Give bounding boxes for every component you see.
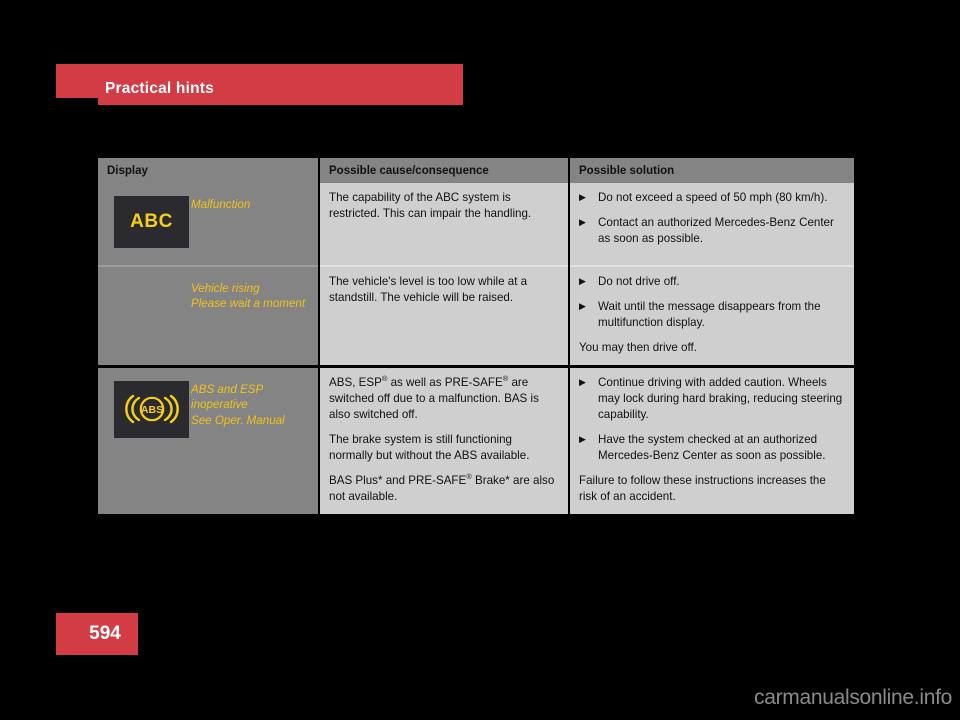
message-slot: ABS and ESP inoperative See Oper. Manual bbox=[191, 381, 293, 428]
solution-cell: ▶ Do not exceed a speed of 50 mph (80 km… bbox=[569, 183, 854, 266]
solution-bullet-text: Wait until the message disappears from t… bbox=[598, 299, 821, 329]
page-title: Practical hints bbox=[105, 80, 214, 97]
message-slot: Vehicle rising Please wait a moment bbox=[191, 280, 313, 312]
solution-note: You may then drive off. bbox=[579, 340, 697, 354]
table-header-row: Display Possible cause/consequence Possi… bbox=[98, 158, 854, 183]
svg-text:ABS: ABS bbox=[140, 404, 162, 416]
display-message-line: Malfunction bbox=[191, 198, 251, 211]
column-header-solution: Possible solution bbox=[569, 158, 854, 183]
solution-cell: ▶ Do not drive off. ▶ Wait until the mes… bbox=[569, 264, 854, 367]
page-number: 594 bbox=[89, 623, 121, 644]
page-number-block: 594 bbox=[56, 613, 138, 655]
cause-paragraph: The vehicle's level is too low while at … bbox=[329, 275, 528, 304]
abs-warning-glyph: ABS bbox=[124, 395, 179, 424]
solution-bullet-text: Contact an authorized Mercedes-Benz Cent… bbox=[598, 215, 834, 245]
bullet-triangle-icon: ▶ bbox=[579, 276, 586, 286]
solution-bullet: ▶ Have the system checked at an authoriz… bbox=[579, 432, 845, 464]
display-message-line: inoperative bbox=[191, 398, 248, 412]
table-row: ABC Malfunction The capability of the AB… bbox=[98, 183, 854, 266]
display-message-line: See Oper. Manual bbox=[191, 413, 285, 427]
solution-bullet: ▶ Contact an authorized Mercedes-Benz Ce… bbox=[579, 215, 845, 247]
table-row: Vehicle rising Please wait a moment The … bbox=[98, 264, 854, 367]
bullet-triangle-icon: ▶ bbox=[579, 300, 586, 311]
display-message-line: Please wait a moment bbox=[191, 297, 306, 311]
icon-slot: ABC bbox=[107, 196, 191, 248]
cause-paragraph: The brake system is still functioning no… bbox=[329, 432, 530, 462]
column-header-cause: Possible cause/consequence bbox=[319, 158, 570, 183]
solution-bullet-text: Continue driving with added caution. Whe… bbox=[598, 375, 843, 421]
cause-cell: The capability of the ABC system is rest… bbox=[319, 183, 570, 266]
column-header-display: Display bbox=[98, 158, 320, 183]
message-slot: Malfunction bbox=[191, 196, 258, 212]
display-cell: ABS ABS and ESP inoperative See Oper. Ma… bbox=[98, 364, 320, 514]
cause-cell: The vehicle's level is too low while at … bbox=[319, 264, 570, 367]
solution-bullet: ▶ Continue driving with added caution. W… bbox=[579, 375, 845, 423]
solution-bullet: ▶ Wait until the message disappears from… bbox=[579, 299, 845, 331]
bullet-triangle-icon: ▶ bbox=[579, 376, 586, 387]
table-header: Display Possible cause/consequence Possi… bbox=[98, 158, 854, 183]
display-message-line: Vehicle rising bbox=[191, 282, 260, 295]
bullet-triangle-icon: ▶ bbox=[579, 433, 586, 444]
display-cell: ABC Malfunction bbox=[98, 183, 320, 266]
watermark: carmanualsonline.info bbox=[754, 686, 952, 709]
display-messages-table: Display Possible cause/consequence Possi… bbox=[98, 158, 854, 514]
display-message-line: ABS and ESP bbox=[191, 382, 264, 396]
solution-bullet-text: Have the system checked at an authorized… bbox=[598, 432, 826, 462]
display-cell: Vehicle rising Please wait a moment bbox=[98, 264, 320, 367]
table-body: ABC Malfunction The capability of the AB… bbox=[98, 183, 854, 514]
table-row: ABS ABS and ESP inoperative See Oper. Ma… bbox=[98, 364, 854, 514]
solution-note: Failure to follow these instructions inc… bbox=[579, 473, 826, 503]
bullet-triangle-icon: ▶ bbox=[579, 192, 586, 202]
solution-bullet: ▶ Do not drive off. bbox=[579, 274, 845, 290]
abc-warning-icon: ABC bbox=[114, 196, 189, 248]
cause-paragraph: ABS, ESP® as well as PRE-SAFE® are switc… bbox=[329, 374, 539, 421]
bullet-triangle-icon: ▶ bbox=[579, 216, 586, 227]
cause-paragraph: BAS Plus* and PRE-SAFE® Brake* are also … bbox=[329, 472, 555, 503]
abs-warning-icon: ABS bbox=[114, 380, 189, 438]
solution-bullet-text: Do not exceed a speed of 50 mph (80 km/h… bbox=[598, 191, 828, 204]
cause-paragraph: The capability of the ABC system is rest… bbox=[329, 191, 532, 220]
chapter-banner-notch bbox=[56, 98, 98, 106]
solution-cell: ▶ Continue driving with added caution. W… bbox=[569, 364, 854, 514]
icon-slot: ABS bbox=[107, 380, 191, 438]
cause-cell: ABS, ESP® as well as PRE-SAFE® are switc… bbox=[319, 364, 570, 514]
solution-bullet: ▶ Do not exceed a speed of 50 mph (80 km… bbox=[579, 190, 845, 206]
solution-bullet-text: Do not drive off. bbox=[598, 275, 680, 288]
